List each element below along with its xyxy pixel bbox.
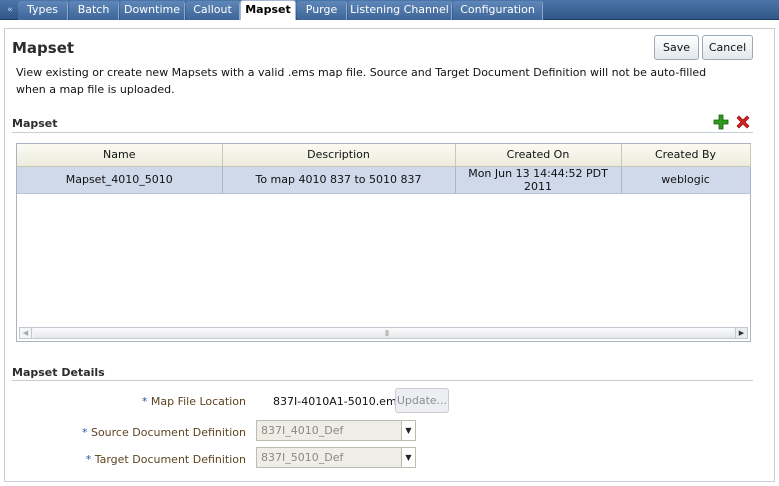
chevron-down-icon[interactable]: ▼ <box>401 448 415 467</box>
target-definition-label: * Target Document Definition <box>85 453 246 466</box>
column-header-created-on[interactable]: Created On <box>455 144 622 167</box>
tab-batch[interactable]: Batch <box>69 1 119 20</box>
page-title: Mapset <box>12 39 75 57</box>
cancel-button[interactable]: Cancel <box>702 35 753 60</box>
map-file-value: 837I-4010A1-5010.ems <box>273 395 403 408</box>
source-definition-select[interactable]: 837I_4010_Def ▼ <box>256 420 416 441</box>
page-description: View existing or create new Mapsets with… <box>16 66 707 96</box>
tab-downtime[interactable]: Downtime <box>120 1 185 20</box>
target-definition-select[interactable]: 837I_5010_Def ▼ <box>256 447 416 468</box>
cell-description[interactable]: To map 4010 837 to 5010 837 <box>222 166 456 194</box>
mapset-table: Name Description Created On Created By M… <box>16 143 751 342</box>
plus-icon[interactable] <box>713 114 729 130</box>
horizontal-scrollbar[interactable]: ◀ ||| ▶ <box>19 327 748 339</box>
scroll-right-icon[interactable]: ▶ <box>735 328 747 338</box>
cell-name[interactable]: Mapset_4010_5010 <box>17 166 223 194</box>
scrollbar-thumb[interactable]: ||| <box>33 328 736 338</box>
tab-bar: « Types Batch Downtime Callout Mapset Pu… <box>0 0 779 20</box>
table-row[interactable]: Mapset_4010_5010 To map 4010 837 to 5010… <box>17 166 751 194</box>
mapset-section-header: Mapset <box>12 117 58 130</box>
required-marker: * <box>141 395 148 408</box>
column-header-created-by[interactable]: Created By <box>621 144 751 167</box>
tab-listening-channel[interactable]: Listening Channel <box>348 1 452 20</box>
chevron-down-icon[interactable]: ▼ <box>401 421 415 440</box>
tab-types[interactable]: Types <box>18 1 68 20</box>
save-button[interactable]: Save <box>654 35 699 60</box>
update-button[interactable]: Update... <box>395 388 449 413</box>
tab-callout[interactable]: Callout <box>186 1 240 20</box>
column-header-description[interactable]: Description <box>222 144 456 167</box>
required-marker: * <box>81 426 88 439</box>
source-definition-label: * Source Document Definition <box>81 426 246 439</box>
cell-created-on[interactable]: Mon Jun 13 14:44:52 PDT 2011 <box>455 166 622 194</box>
double-left-chevron-icon[interactable]: « <box>4 3 16 17</box>
column-header-name[interactable]: Name <box>17 144 223 167</box>
tab-configuration[interactable]: Configuration <box>453 1 543 20</box>
map-file-label: * Map File Location <box>141 395 246 408</box>
cell-created-by[interactable]: weblogic <box>621 166 751 194</box>
x-icon[interactable] <box>735 114 751 130</box>
section-divider <box>12 132 753 133</box>
tab-purge[interactable]: Purge <box>297 1 347 20</box>
tab-mapset[interactable]: Mapset <box>240 0 296 20</box>
required-marker: * <box>85 453 92 466</box>
scroll-left-icon[interactable]: ◀ <box>20 328 32 338</box>
details-section-header: Mapset Details <box>12 366 105 379</box>
section-divider <box>12 380 753 381</box>
